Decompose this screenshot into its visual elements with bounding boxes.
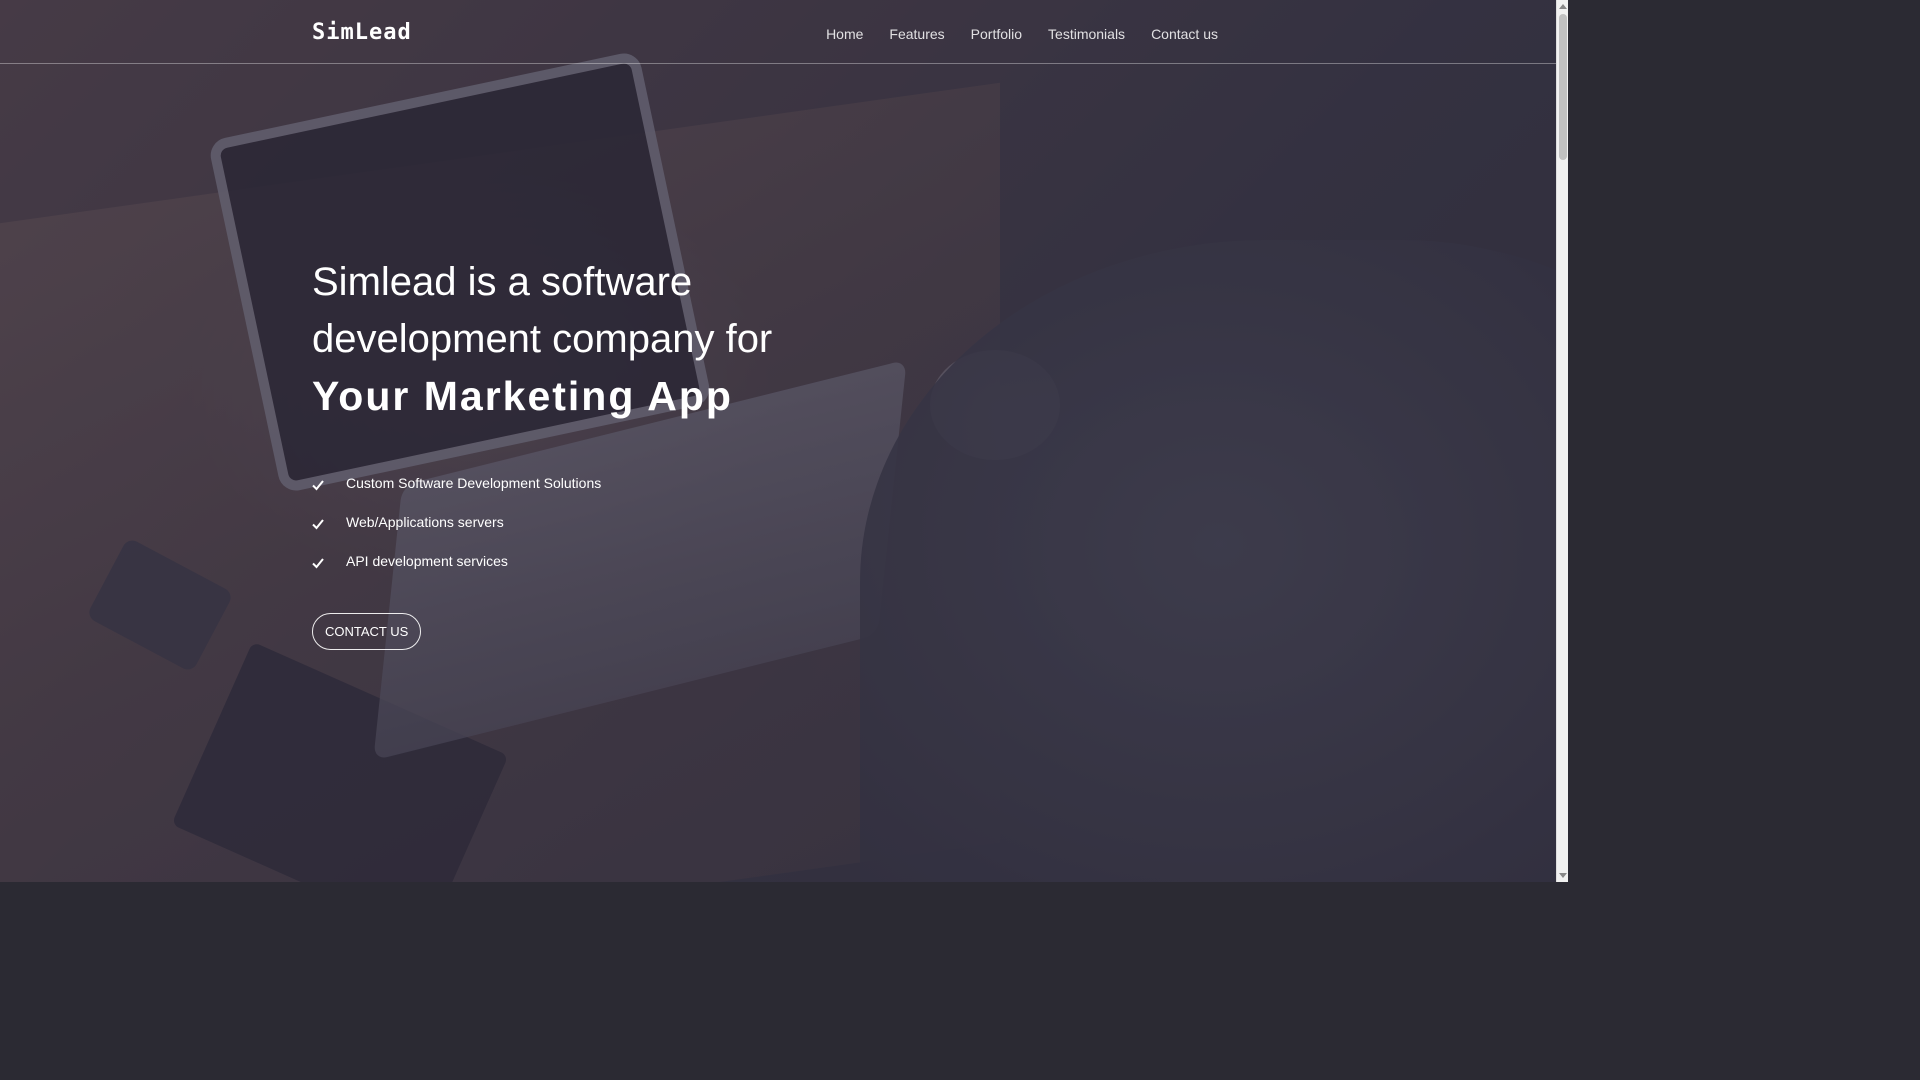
feature-label: API development services [346,552,508,569]
nav-testimonials[interactable]: Testimonials [1048,26,1125,42]
check-icon [312,557,324,568]
logo[interactable]: SimLead [312,20,412,45]
navbar: SimLead Home Features Portfolio Testimon… [0,0,1556,64]
check-icon [312,518,324,529]
nav-portfolio[interactable]: Portfolio [971,26,1022,42]
check-icon [312,479,324,490]
feature-list: Custom Software Development Solutions We… [312,463,872,580]
main-nav: Home Features Portfolio Testimonials Con… [826,26,1218,42]
hero-content: Simlead is a software development compan… [312,254,872,650]
nav-contact[interactable]: Contact us [1151,26,1218,42]
feature-label: Web/Applications servers [346,513,504,530]
contact-us-button[interactable]: CONTACT US [312,613,422,650]
feature-item: Web/Applications servers [312,502,872,541]
scroll-up-icon[interactable] [1559,4,1567,9]
feature-item: API development services [312,541,872,580]
headline-line-1: Simlead is a software [312,260,693,304]
headline-line-2: development company for [312,317,773,361]
feature-label: Custom Software Development Solutions [346,474,602,491]
scroll-thumb[interactable] [1559,14,1567,160]
nav-features[interactable]: Features [889,26,944,42]
feature-item: Custom Software Development Solutions [312,463,872,502]
nav-home[interactable]: Home [826,26,863,42]
page-scrollbar[interactable] [1556,0,1568,882]
scroll-down-icon[interactable] [1559,873,1567,878]
headline-emphasis: Your Marketing App [312,373,733,419]
